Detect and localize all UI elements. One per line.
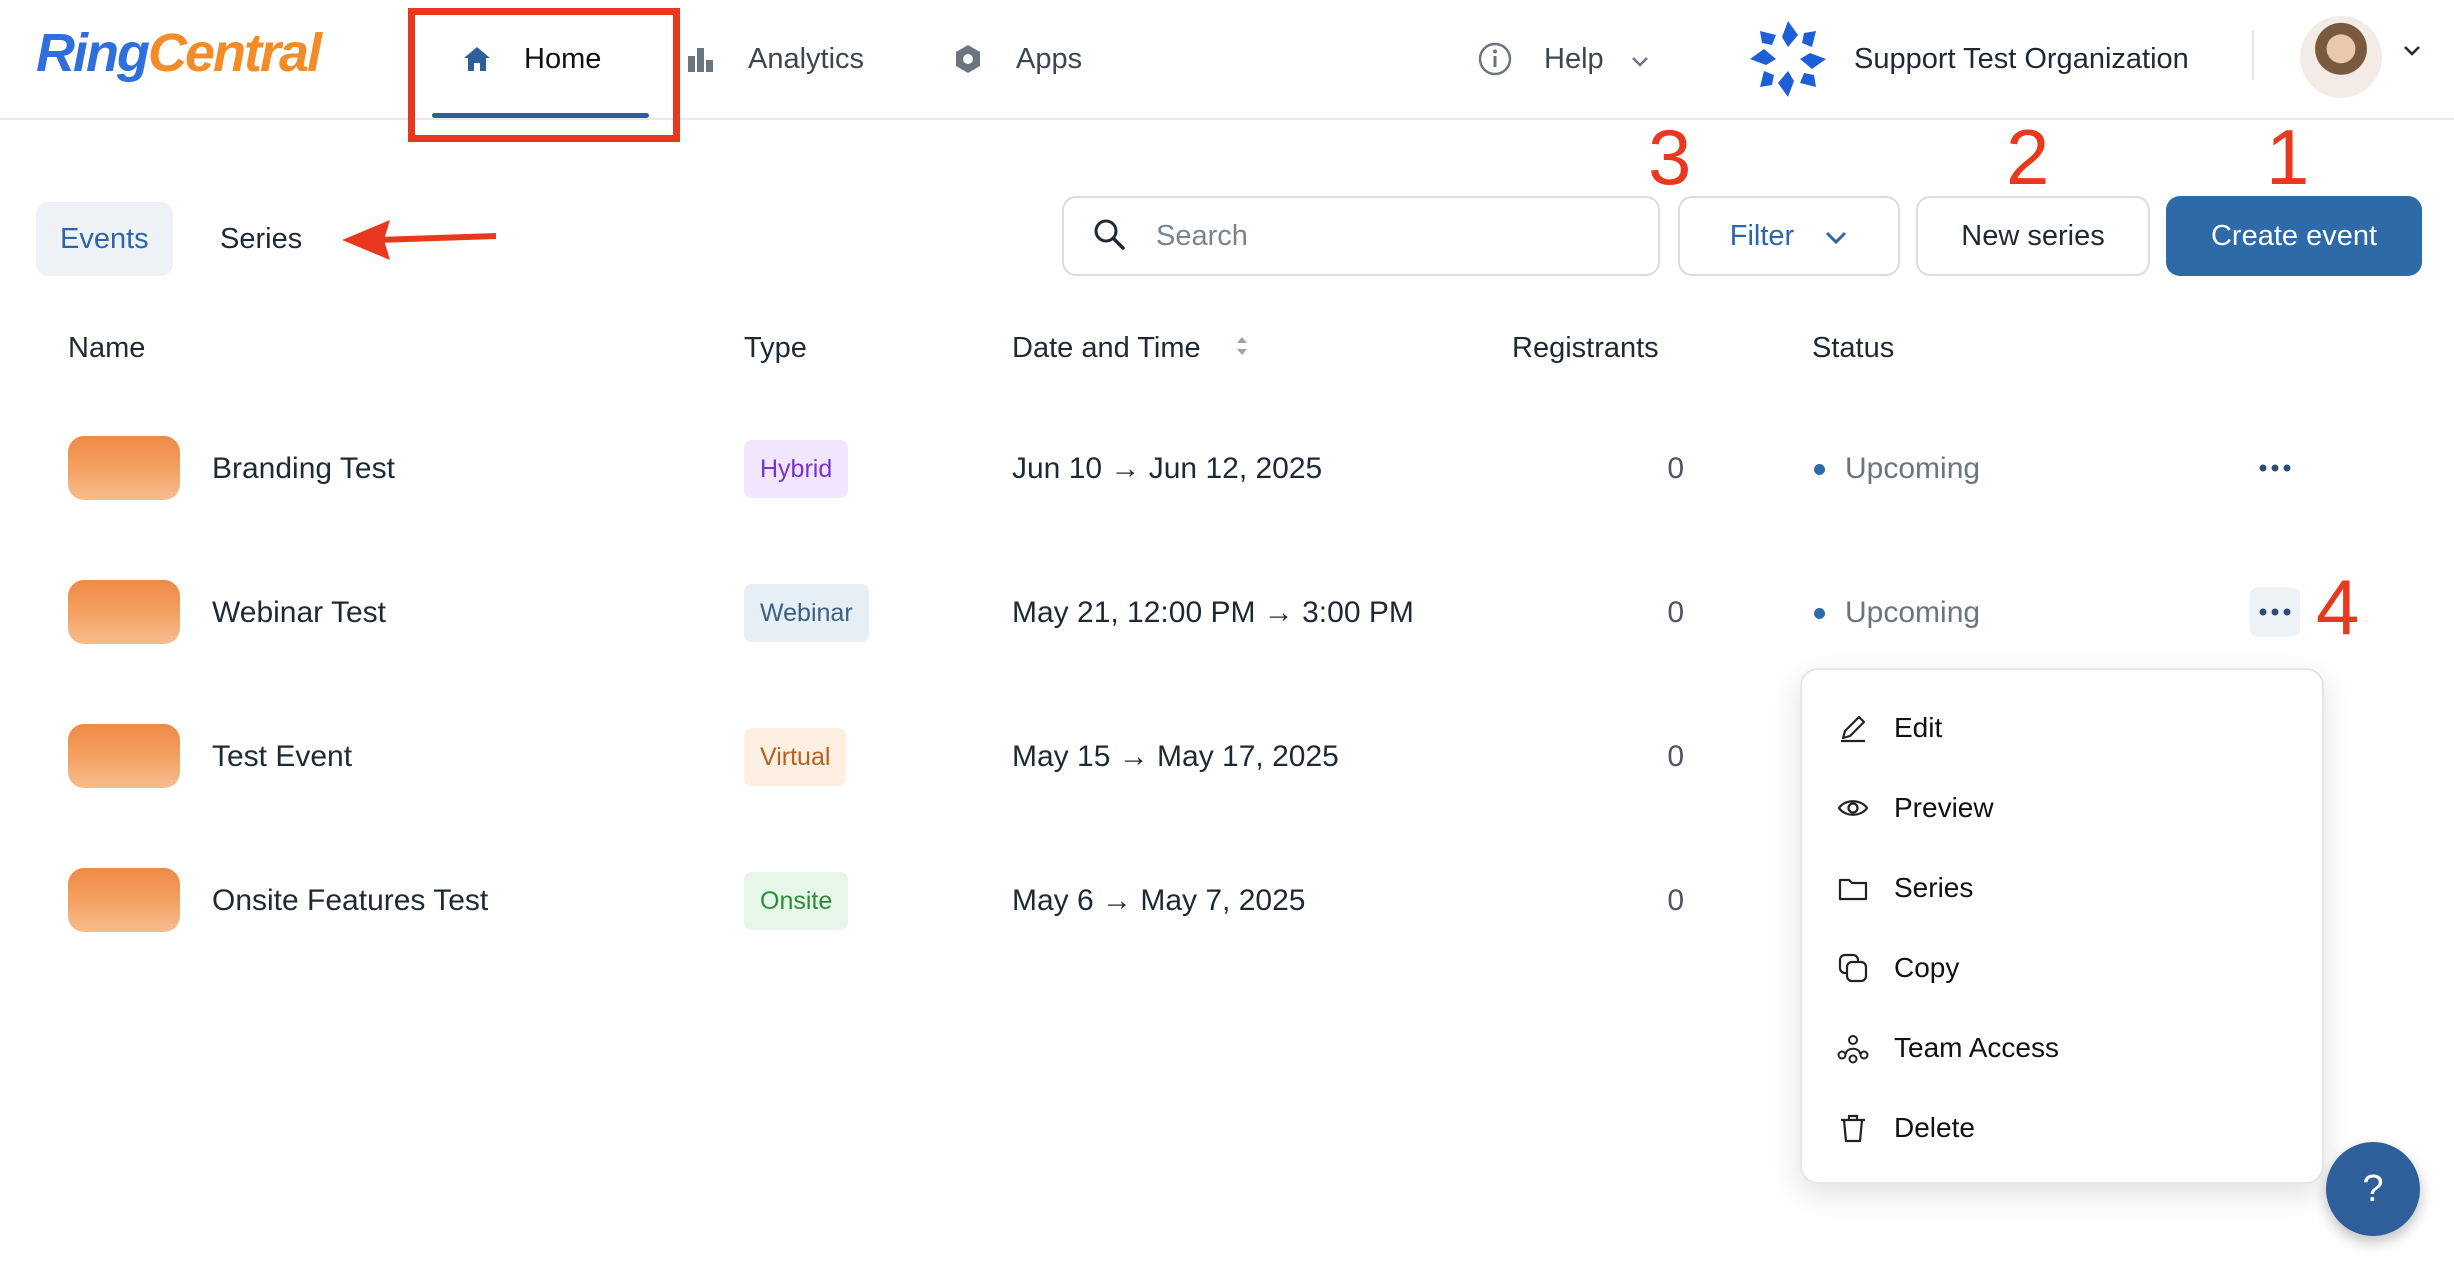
new-series-button[interactable]: New series: [1916, 196, 2150, 276]
more-dots-icon: [2259, 608, 2291, 616]
sort-icon[interactable]: [1235, 332, 1249, 365]
event-thumbnail: [68, 724, 180, 788]
top-navigation: RingCentral Home Analytics Apps Help Sup…: [0, 0, 2454, 120]
event-date: May 21, 12:00 PM → 3:00 PM: [1012, 596, 1414, 629]
avatar-chevron-down-icon[interactable]: [2402, 44, 2422, 62]
column-header-status: Status: [1812, 332, 1895, 364]
nav-divider: [2252, 30, 2254, 80]
event-status: Upcoming: [1814, 596, 1980, 630]
event-thumbnail: [68, 436, 180, 500]
tab-series[interactable]: Series: [196, 202, 326, 276]
nav-apps-label: Apps: [1016, 42, 1083, 75]
menu-item-label: Preview: [1894, 792, 1994, 823]
help-button[interactable]: ?: [2326, 1142, 2420, 1236]
menu-item-label: Delete: [1894, 1112, 1975, 1143]
menu-item-label: Team Access: [1894, 1032, 2059, 1063]
menu-item-team-access[interactable]: Team Access: [1836, 1018, 2059, 1078]
menu-item-label: Edit: [1894, 712, 1943, 743]
ringcentral-logo[interactable]: RingCentral: [36, 22, 322, 84]
trash-icon: [1836, 1111, 1870, 1145]
user-avatar[interactable]: [2300, 16, 2382, 98]
more-options-button[interactable]: [2250, 443, 2300, 493]
bar-chart-icon: [686, 44, 716, 74]
event-name[interactable]: Onsite Features Test: [212, 884, 488, 918]
filter-dropdown-button[interactable]: Filter: [1678, 196, 1900, 276]
menu-item-series[interactable]: Series: [1836, 858, 1973, 918]
nav-help-label: Help: [1544, 42, 1604, 75]
column-header-name: Name: [68, 332, 146, 364]
event-type-badge: Onsite: [744, 872, 849, 930]
nav-help-dropdown[interactable]: Help: [1478, 0, 1650, 118]
event-status: Upcoming: [1814, 452, 1980, 486]
nav-apps[interactable]: Apps: [952, 0, 1082, 118]
event-registrants: 0: [1667, 884, 1684, 917]
pencil-icon: [1836, 711, 1870, 745]
search-box[interactable]: [1062, 196, 1660, 276]
eye-icon: [1836, 791, 1870, 825]
team-icon: [1836, 1031, 1870, 1065]
menu-item-delete[interactable]: Delete: [1836, 1098, 1975, 1158]
create-event-button[interactable]: Create event: [2166, 196, 2422, 276]
annotation-highlight-box: [408, 8, 680, 142]
annotation-number-2: 2: [2006, 113, 2050, 201]
organization-switcher[interactable]: Support Test Organization: [1746, 14, 2189, 104]
search-input[interactable]: [1156, 219, 1616, 253]
event-date: May 15 → May 17, 2025: [1012, 740, 1339, 773]
logo-text-ring: Ring: [36, 23, 150, 83]
event-date: Jun 10 → Jun 12, 2025: [1012, 452, 1323, 485]
event-thumbnail: [68, 868, 180, 932]
tab-events[interactable]: Events: [36, 202, 173, 276]
info-icon: [1478, 42, 1512, 76]
menu-item-copy[interactable]: Copy: [1836, 938, 1959, 998]
annotation-number-3: 3: [1648, 113, 1692, 201]
table-row[interactable]: Webinar Test Webinar May 21, 12:00 PM → …: [0, 562, 2454, 662]
filter-label: Filter: [1729, 219, 1795, 252]
more-options-button[interactable]: [2250, 587, 2300, 637]
event-name[interactable]: Test Event: [212, 740, 352, 774]
event-thumbnail: [68, 580, 180, 644]
column-header-date-label: Date and Time: [1012, 332, 1201, 364]
menu-item-edit[interactable]: Edit: [1836, 698, 1942, 758]
event-name[interactable]: Webinar Test: [212, 596, 386, 630]
organization-name: Support Test Organization: [1854, 42, 2189, 75]
status-dot: [1814, 463, 1825, 475]
annotation-number-1: 1: [2266, 113, 2310, 201]
event-name[interactable]: Branding Test: [212, 452, 395, 486]
search-icon: [1092, 217, 1126, 256]
chevron-down-icon: [1630, 43, 1650, 76]
table-row[interactable]: Branding Test Hybrid Jun 10 → Jun 12, 20…: [0, 418, 2454, 518]
event-status-label: Upcoming: [1845, 452, 1981, 485]
event-date: May 6 → May 7, 2025: [1012, 884, 1306, 917]
copy-icon: [1836, 951, 1870, 985]
organization-logo-icon: [1746, 17, 1830, 101]
event-status-label: Upcoming: [1845, 596, 1981, 629]
event-registrants: 0: [1667, 740, 1684, 773]
event-registrants: 0: [1667, 596, 1684, 629]
folder-icon: [1836, 871, 1870, 905]
logo-text-central: Central: [147, 23, 322, 83]
event-registrants: 0: [1667, 452, 1684, 485]
nav-analytics[interactable]: Analytics: [686, 0, 864, 118]
status-dot: [1814, 607, 1825, 619]
event-type-badge: Hybrid: [744, 440, 849, 498]
event-type-badge: Virtual: [744, 728, 847, 786]
more-dots-icon: [2259, 464, 2291, 472]
menu-item-preview[interactable]: Preview: [1836, 778, 1994, 838]
chevron-down-icon: [1824, 220, 1848, 253]
column-header-type: Type: [744, 332, 807, 364]
annotation-arrow-icon: [338, 214, 498, 269]
menu-item-label: Series: [1894, 872, 1974, 903]
apps-hexagon-icon: [952, 43, 984, 75]
column-header-registrants: Registrants: [1512, 332, 1659, 364]
column-header-date[interactable]: Date and Time: [1012, 332, 1249, 365]
event-actions-menu: Edit Preview Series Copy Team Access Del…: [1800, 668, 2324, 1184]
event-type-badge: Webinar: [744, 584, 869, 642]
menu-item-label: Copy: [1894, 952, 1960, 983]
nav-analytics-label: Analytics: [748, 42, 865, 75]
